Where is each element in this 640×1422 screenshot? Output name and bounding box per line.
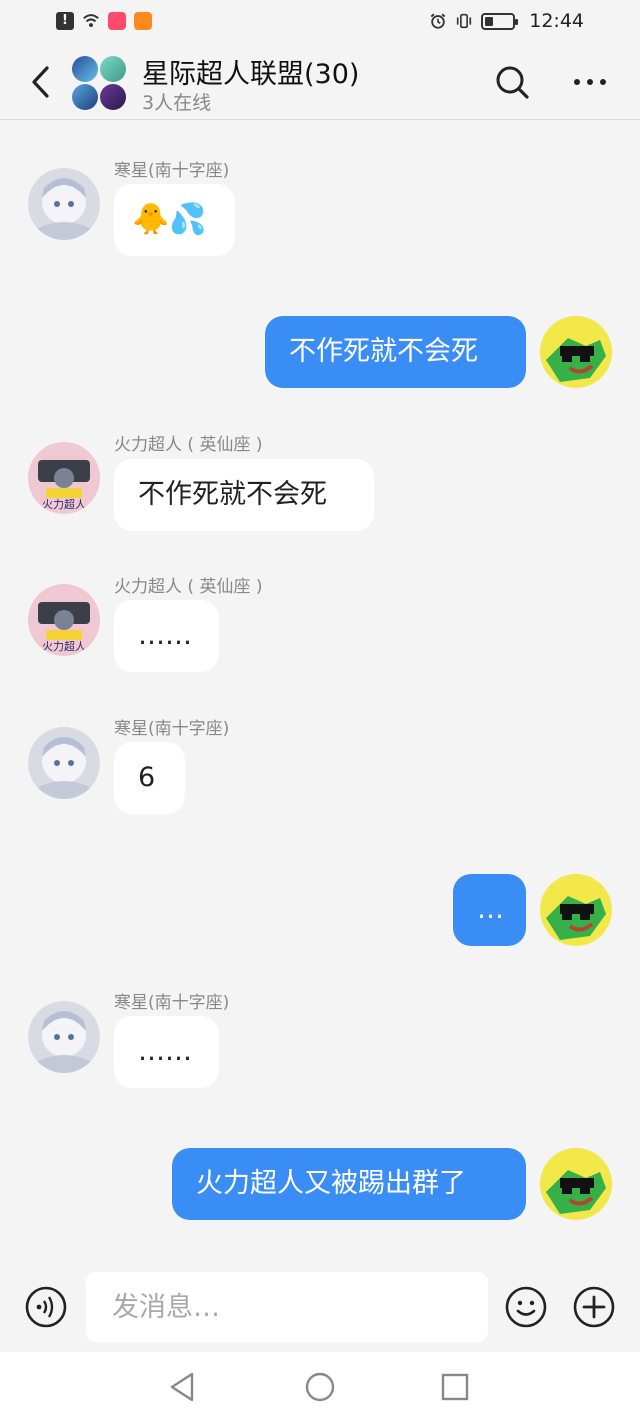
member-avatar [72, 56, 98, 82]
alert-icon: ! [56, 12, 74, 30]
message-bubble[interactable]: 不作死就不会死 [265, 316, 526, 388]
message-bubble[interactable]: 🐥💦 [114, 184, 235, 256]
svg-text:火力超人: 火力超人 [42, 497, 86, 511]
nav-recents-icon[interactable] [438, 1370, 472, 1404]
message-bubble[interactable]: 不作死就不会死 [114, 459, 374, 531]
message-bubble[interactable]: …… [114, 600, 219, 672]
sender-name: 寒星(南十字座) [114, 993, 230, 1013]
avatar-hanxing[interactable] [28, 727, 100, 799]
input-bar [0, 1262, 640, 1352]
avatar-me[interactable] [540, 1148, 612, 1220]
message-bubble[interactable]: 6 [114, 742, 185, 814]
chat-title[interactable]: 星际超人联盟(30) [142, 52, 359, 91]
sender-name: 火力超人 ( 英仙座 ) [114, 435, 263, 455]
status-left-icons: ! [56, 12, 152, 30]
message-bubble[interactable]: … [453, 874, 526, 946]
app-icon [108, 12, 126, 30]
member-avatar [100, 56, 126, 82]
svg-text:火力超人: 火力超人 [42, 639, 86, 653]
clock: 12:44 [529, 10, 584, 32]
message-input[interactable] [86, 1272, 488, 1342]
message-bubble[interactable]: 火力超人又被踢出群了 [172, 1148, 526, 1220]
voice-icon[interactable] [24, 1285, 68, 1329]
alarm-icon [430, 13, 446, 29]
status-right-icons: 12:44 [429, 10, 584, 32]
emoji-icon[interactable] [504, 1285, 548, 1329]
search-icon[interactable] [492, 62, 532, 102]
wifi-icon [83, 14, 99, 28]
avatar-hanxing[interactable] [28, 1001, 100, 1073]
chat-header: 星际超人联盟(30) 3人在线 [0, 42, 640, 120]
avatar-me[interactable] [540, 316, 612, 388]
status-bar: ! 12:44 [0, 0, 640, 42]
avatar-hanxing[interactable] [28, 168, 100, 240]
message-bubble[interactable]: …… [114, 1016, 219, 1088]
group-avatar[interactable] [72, 56, 126, 110]
sender-name: 火力超人 ( 英仙座 ) [114, 577, 263, 597]
plus-icon[interactable] [572, 1285, 616, 1329]
more-icon[interactable] [570, 62, 610, 102]
sender-name: 寒星(南十字座) [114, 161, 230, 181]
member-avatar [72, 84, 98, 110]
battery-icon [481, 12, 519, 30]
avatar-huoli[interactable]: 火力超人 [28, 584, 100, 656]
avatar-huoli[interactable]: 火力超人 [28, 442, 100, 514]
app-icon [134, 12, 152, 30]
vibrate-icon [457, 13, 472, 29]
avatar-me[interactable] [540, 874, 612, 946]
member-avatar [100, 84, 126, 110]
sender-name: 寒星(南十字座) [114, 719, 230, 739]
online-count: 3人在线 [142, 92, 212, 114]
back-icon[interactable] [26, 62, 56, 102]
system-nav-bar [0, 1352, 640, 1422]
nav-home-icon[interactable] [303, 1370, 337, 1404]
nav-back-icon[interactable] [166, 1370, 200, 1404]
